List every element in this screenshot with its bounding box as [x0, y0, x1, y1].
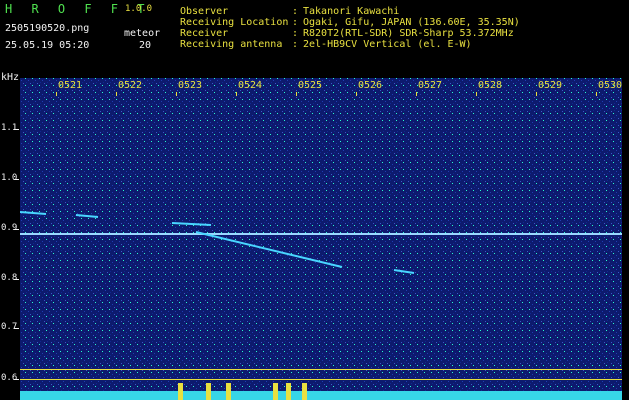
detection-count: 20 — [139, 40, 152, 51]
time-tick-0530 — [596, 92, 597, 96]
activity-spike — [226, 383, 231, 400]
time-label-0522: 0522 — [118, 80, 143, 91]
time-tick-0524 — [236, 92, 237, 96]
time-tick-0526 — [356, 92, 357, 96]
time-label-0530: 0530 — [598, 80, 623, 91]
y-axis-unit: kHz — [1, 72, 20, 83]
time-label-0523: 0523 — [178, 80, 203, 91]
location-separator: : — [292, 17, 299, 28]
y-tick-mark-0-7 — [14, 328, 19, 329]
noise-background — [20, 78, 622, 400]
time-tick-0521 — [56, 92, 57, 96]
time-tick-0523 — [176, 92, 177, 96]
activity-bottom-line — [20, 379, 622, 380]
app-version: 1.0.0 — [125, 4, 153, 14]
y-tick-0-7: 0.7 — [1, 322, 18, 332]
antenna-value: 2el-HB9CV Vertical (el. E-W) — [303, 39, 472, 50]
time-label-0526: 0526 — [358, 80, 383, 91]
activity-band — [20, 391, 622, 400]
time-tick-0527 — [416, 92, 417, 96]
activity-spike — [206, 383, 211, 400]
y-tick-mark-0-6 — [14, 379, 19, 380]
receiver-value: R820T2(RTL-SDR) SDR-Sharp 53.372MHz — [303, 28, 514, 39]
activity-spike — [178, 383, 183, 400]
location-value: Ogaki, Gifu, JAPAN (136.60E, 35.35N) — [303, 17, 520, 28]
activity-spike — [302, 383, 307, 400]
y-tick-mark-0-9 — [14, 229, 19, 230]
detection-label: meteor — [124, 28, 161, 39]
antenna-label: Receiving antenna — [180, 39, 283, 50]
time-tick-0522 — [116, 92, 117, 96]
time-tick-0529 — [536, 92, 537, 96]
observer-separator: : — [292, 6, 299, 17]
y-tick-mark-1-0 — [14, 179, 19, 180]
time-label-0529: 0529 — [538, 80, 563, 91]
y-tick-0-6: 0.6 — [1, 373, 18, 383]
time-label-0528: 0528 — [478, 80, 503, 91]
y-tick-0-8: 0.8 — [1, 273, 18, 283]
spectrogram-canvas — [20, 78, 622, 400]
activity-spike — [286, 383, 291, 400]
file-name: 2505190520.png — [5, 23, 90, 34]
receiver-separator: : — [292, 28, 299, 39]
activity-top-line — [20, 369, 622, 370]
time-tick-0525 — [296, 92, 297, 96]
spectrogram — [20, 78, 622, 400]
antenna-separator: : — [292, 39, 299, 50]
time-label-0525: 0525 — [298, 80, 323, 91]
time-label-0527: 0527 — [418, 80, 443, 91]
y-tick-mark-1-1 — [14, 129, 19, 130]
time-label-0524: 0524 — [238, 80, 263, 91]
y-tick-1-1: 1.1 — [1, 123, 18, 133]
capture-datetime: 25.05.19 05:20 — [5, 40, 90, 51]
y-tick-1-0: 1.0 — [1, 173, 18, 183]
time-tick-0528 — [476, 92, 477, 96]
activity-spike — [273, 383, 278, 400]
time-label-0521: 0521 — [58, 80, 83, 91]
y-tick-0-9: 0.9 — [1, 223, 18, 233]
y-tick-mark-0-8 — [14, 279, 19, 280]
observer-value: Takanori Kawachi — [303, 6, 400, 17]
